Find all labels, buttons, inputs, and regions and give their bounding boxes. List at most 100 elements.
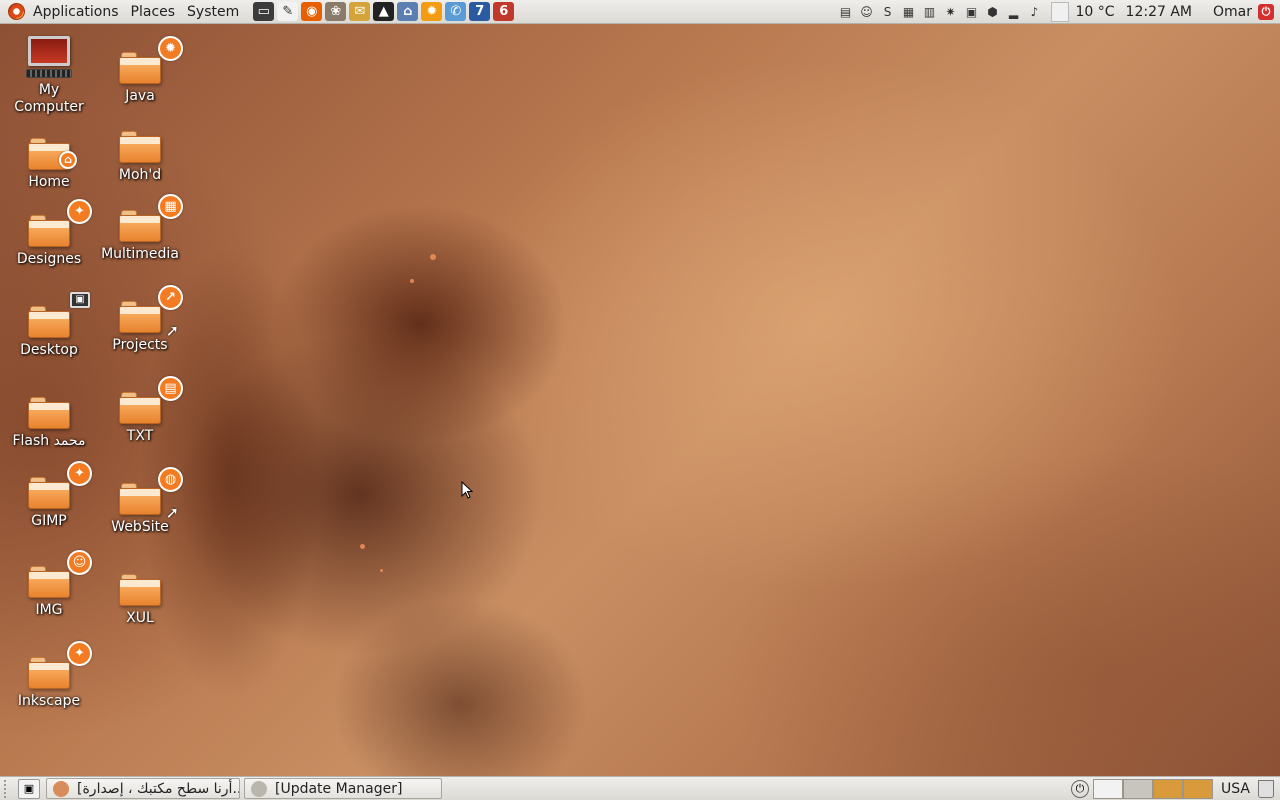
show-desktop-button[interactable]: ▣	[18, 778, 40, 799]
desktop-icon-designes[interactable]: ✦ Designes	[4, 199, 94, 268]
launcher-bar: ▭ ✎ ◉ ❀ ✉ ▲ ⌂ ✹ ✆ 7 6	[253, 2, 515, 21]
ubuntu-logo-icon[interactable]	[8, 3, 25, 20]
power-icon[interactable]: ⏻	[1258, 3, 1274, 20]
task-update-manager[interactable]: [Update Manager]	[244, 778, 442, 799]
folder-icon: ☺	[28, 550, 92, 598]
settings-gear-icon[interactable]: ✹	[421, 2, 443, 21]
desktop-icon-label: IMG	[35, 602, 63, 618]
network-signal-icon[interactable]: ▂	[1005, 3, 1023, 21]
gimp-icon[interactable]: ❀	[325, 2, 347, 21]
wallpaper-spark	[410, 279, 414, 283]
user-name: Omar	[1213, 3, 1252, 20]
desktop-icon-xul[interactable]: XUL	[95, 574, 185, 627]
folder-icon: ▤	[119, 376, 183, 424]
emblem-icon: ▣	[70, 292, 90, 308]
wallpaper-spark	[360, 544, 365, 549]
desktop-icon-java[interactable]: ✹ Java	[95, 36, 185, 105]
update-icon[interactable]: ⬢	[984, 3, 1002, 21]
clock[interactable]: 12:27 AM	[1122, 4, 1196, 20]
chat-icon[interactable]: ✆	[445, 2, 467, 21]
folder-icon: ✦	[28, 461, 92, 509]
folder-icon: ▣	[28, 292, 90, 338]
network-icon[interactable]: ⌂	[397, 2, 419, 21]
folder-icon: ▦	[119, 194, 183, 242]
user-menu[interactable]: Omar ⏻	[1199, 3, 1274, 20]
terminal-icon[interactable]: ▭	[253, 2, 275, 21]
desktop-icon-inkscape[interactable]: ✦ Inkscape	[4, 641, 94, 710]
desktop-icon-flash[interactable]: Flash محمد	[4, 397, 94, 450]
update-manager-task-icon	[251, 780, 267, 797]
calculator-icon[interactable]: ▥	[921, 3, 939, 21]
desktop-icon-label: My Computer	[14, 82, 84, 115]
system-monitor-icon[interactable]: ▦	[900, 3, 918, 21]
text-editor-icon[interactable]: ✎	[277, 2, 299, 21]
desktop-icon-label: Moh'd	[118, 167, 162, 183]
desktop-icon-my-computer[interactable]: My Computer	[4, 36, 94, 116]
firefox-icon[interactable]: ◉	[301, 2, 323, 21]
desktop-icon-gimp[interactable]: ✦ GIMP	[4, 461, 94, 530]
desktop-icon-txt[interactable]: ▤ TXT	[95, 376, 185, 445]
system-menu[interactable]: System	[187, 4, 239, 20]
app-6-icon[interactable]: 6	[493, 2, 515, 21]
desktop-icon-label: Designes	[16, 251, 82, 267]
desktop-icon-moh-d[interactable]: Moh'd	[95, 131, 185, 184]
bottom-panel: ▣ [أرنا سطح مكتبك ، إصدارة... [Update Ma…	[0, 776, 1280, 800]
skype-icon[interactable]: S	[879, 3, 897, 21]
places-menu[interactable]: Places	[131, 4, 176, 20]
emblem-icon: ▤	[158, 376, 183, 401]
folder-icon: ✦	[28, 199, 92, 247]
desktop-icon-label: Java	[125, 88, 155, 104]
firefox-task-icon	[53, 780, 69, 797]
applications-menu[interactable]: Applications	[33, 4, 119, 20]
desktop-icon-projects[interactable]: ↗ ➚ Projects	[95, 285, 185, 354]
emblem-icon: ✹	[158, 36, 183, 61]
desktop-icon-home[interactable]: ⌂ Home	[4, 138, 94, 191]
folder-icon	[119, 131, 161, 163]
desktop-icon-label: XUL	[126, 610, 154, 626]
keyboard-layout-indicator[interactable]: USA	[1217, 781, 1254, 797]
workspace-2[interactable]	[1123, 778, 1154, 799]
desktop-icon-desktop[interactable]: ▣ Desktop	[4, 292, 94, 359]
desktop-icon-label: Flash محمد	[12, 433, 86, 449]
wallpaper-spark	[430, 254, 436, 260]
desktop-icon-img[interactable]: ☺ IMG	[4, 550, 94, 619]
emblem-icon: ▦	[158, 194, 183, 219]
workspace-1[interactable]	[1093, 778, 1124, 799]
shutdown-icon[interactable]: ⏻	[1071, 779, 1090, 798]
mouse-cursor-icon	[461, 481, 473, 499]
task-label: [أرنا سطح مكتبك ، إصدارة...	[77, 780, 239, 797]
desktop-icon-website[interactable]: ◍ ➚ WebSite	[95, 467, 185, 536]
inkscape-icon[interactable]: ▲	[373, 2, 395, 21]
panel-handle[interactable]	[4, 779, 10, 798]
disk-icon[interactable]: ▣	[963, 3, 981, 21]
desktop-icon-label: Desktop	[20, 342, 78, 358]
desktop-icon-label: TXT	[126, 428, 154, 444]
workspace-switcher[interactable]	[1093, 778, 1214, 799]
notes-icon[interactable]: ▤	[837, 3, 855, 21]
emblem-icon: ✦	[67, 199, 92, 224]
thunderbird-icon[interactable]: ✉	[349, 2, 371, 21]
emblem-icon: ✦	[67, 641, 92, 666]
desktop-icon-label: GIMP	[31, 513, 67, 529]
weather-icon[interactable]	[1050, 1, 1069, 22]
trash-icon[interactable]	[1258, 779, 1274, 798]
weather-temperature[interactable]: 10 °C	[1072, 4, 1119, 20]
volume-icon[interactable]: ♪	[1026, 3, 1044, 21]
app-7-icon[interactable]: 7	[469, 2, 491, 21]
folder-icon: ⌂	[28, 138, 77, 170]
pidgin-icon[interactable]: ☺	[858, 3, 876, 21]
desktop-icon-label: Home	[28, 174, 70, 190]
folder-icon: ↗ ➚	[119, 285, 183, 339]
symlink-arrow-icon: ➚	[165, 503, 179, 522]
workspace-4[interactable]	[1183, 778, 1214, 799]
workspace-3[interactable]	[1153, 778, 1184, 799]
preferences-icon[interactable]: ✷	[942, 3, 960, 21]
task-desktop-thread[interactable]: [أرنا سطح مكتبك ، إصدارة...	[46, 778, 240, 799]
emblem-icon: ◍	[158, 467, 183, 492]
folder-icon: ◍ ➚	[119, 467, 183, 521]
wallpaper-spark	[380, 569, 383, 572]
folder-icon	[119, 574, 161, 606]
emblem-icon: ✦	[67, 461, 92, 486]
desktop-icon-multimedia[interactable]: ▦ Multimedia	[95, 194, 185, 263]
emblem-icon: ↗	[158, 285, 183, 310]
